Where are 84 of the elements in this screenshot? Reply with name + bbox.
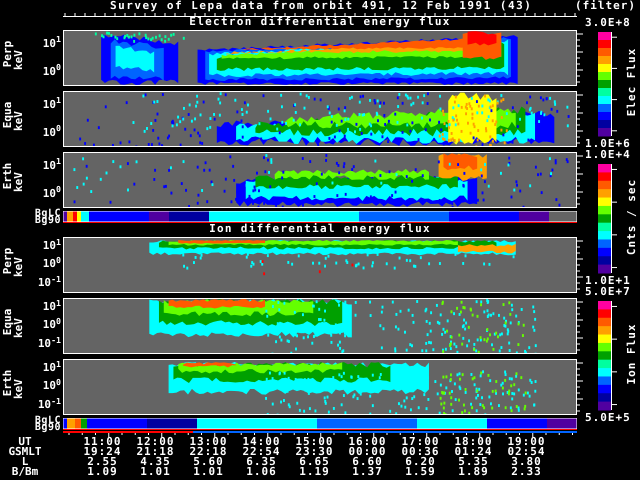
axis-value: 1.89 — [457, 467, 490, 477]
axis-value: 1.09 — [86, 467, 119, 477]
scale-max-label: 5.0E+7 — [584, 286, 632, 297]
colorbar-caption: Ion Flux — [623, 323, 638, 384]
axis-value: 1.19 — [298, 467, 331, 477]
axis-value: 18:00 — [453, 437, 494, 447]
panel-label: Equa — [2, 308, 12, 335]
tick-label: 10$^{1}$ — [42, 38, 61, 48]
section-title: Ion differential energy flux — [209, 224, 431, 234]
scale-min-label: 5.0E+5 — [584, 412, 632, 423]
axis-value: 13:00 — [188, 437, 229, 447]
axis-value: 22:54 — [241, 447, 282, 457]
colorbar-caption: Elec Flux — [623, 48, 638, 116]
axis-value: 6.35 — [246, 457, 277, 467]
tick-label: 10$^{1}$ — [42, 240, 61, 251]
axis-value: 5.60 — [193, 457, 224, 467]
axis-value: 01:24 — [453, 447, 494, 457]
panel-label: Equa — [2, 101, 12, 128]
axis-value: 14:00 — [241, 437, 282, 447]
axis-value: 19:00 — [506, 437, 547, 447]
filter-label: (filter) — [575, 0, 636, 11]
tick-label: 10$^{1}$ — [42, 160, 61, 170]
tick-label: 10$^{1}$ — [42, 100, 61, 110]
axis-value: 5.35 — [458, 457, 489, 467]
unit-label: keV — [14, 378, 24, 398]
tick-label: 10$^{-1}$ — [38, 400, 61, 410]
axis-value: 02:54 — [506, 447, 547, 457]
tick-label: 10$^{1}$ — [42, 362, 61, 373]
background-label: BgLC — [34, 210, 61, 217]
tick-label: 10$^{0}$ — [42, 381, 61, 392]
panel-label: Erth — [2, 369, 12, 396]
axis-value: 4.35 — [140, 457, 171, 467]
unit-label: keV — [14, 110, 24, 130]
colorbar-caption: Cnts / sec — [623, 178, 638, 255]
section-title: Electron differential energy flux — [189, 17, 451, 27]
chart-title: Survey of Lepa data from orbit 491, 12 Feb 1991 (43) — [110, 0, 532, 11]
scale-max-label: 1.0E+4 — [584, 149, 632, 160]
tick-label: 10$^{1}$ — [42, 302, 61, 312]
axis-value: 1.06 — [245, 467, 278, 477]
axis-value: 6.20 — [405, 457, 436, 467]
axis-value: 2.33 — [510, 467, 543, 477]
tick-label: 10$^{0}$ — [42, 188, 61, 198]
axis-value: 16:00 — [347, 437, 388, 447]
axis-value: 21:18 — [135, 447, 176, 457]
axis-row-label: UT — [18, 437, 32, 447]
unit-label: keV — [14, 172, 24, 192]
axis-value: 6.65 — [299, 457, 330, 467]
axis-value: 19:24 — [82, 447, 123, 457]
axis-value: 1.37 — [351, 467, 384, 477]
axis-value: 17:00 — [400, 437, 441, 447]
background-label: Bg90 — [34, 217, 61, 224]
axis-row-label: GSMLT — [7, 447, 43, 457]
axis-value: 22:18 — [188, 447, 229, 457]
tick-label: 10$^{-1}$ — [38, 278, 61, 288]
axis-value: 00:36 — [400, 447, 441, 457]
scale-min-label: 1.0E+1 — [584, 275, 632, 286]
axis-value: 00:00 — [347, 447, 388, 457]
axis-row-label: L — [22, 457, 28, 467]
tick-label: 10$^{0}$ — [42, 259, 61, 270]
tick-label: 10$^{0}$ — [42, 128, 61, 138]
axis-value: 1.59 — [404, 467, 437, 477]
background-label: Bg90 — [34, 424, 61, 431]
unit-label: keV — [14, 50, 24, 70]
unit-label: keV — [14, 256, 24, 276]
axis-value: 1.01 — [192, 467, 225, 477]
scale-max-label: 3.0E+8 — [584, 17, 632, 28]
background-label: BgLC — [34, 417, 61, 424]
axis-value: 6.60 — [352, 457, 383, 467]
panel-label: Perp — [2, 40, 12, 67]
panel-label: Perp — [2, 247, 12, 274]
axis-value: 2.55 — [87, 457, 118, 467]
panel-label: Erth — [2, 162, 12, 189]
axis-value: 1.01 — [139, 467, 172, 477]
axis-value: 11:00 — [82, 437, 123, 447]
axis-value: 3.80 — [511, 457, 542, 467]
scale-min-label: 1.0E+6 — [584, 138, 632, 149]
axis-value: 15:00 — [294, 437, 335, 447]
tick-label: 10$^{-1}$ — [38, 339, 61, 350]
axis-value: 23:30 — [294, 447, 335, 457]
axis-row-label: B/Bm — [10, 467, 40, 477]
tick-label: 10$^{0}$ — [42, 66, 61, 76]
axis-value: 12:00 — [135, 437, 176, 447]
tick-label: 10$^{0}$ — [42, 320, 61, 330]
unit-label: keV — [14, 318, 24, 338]
